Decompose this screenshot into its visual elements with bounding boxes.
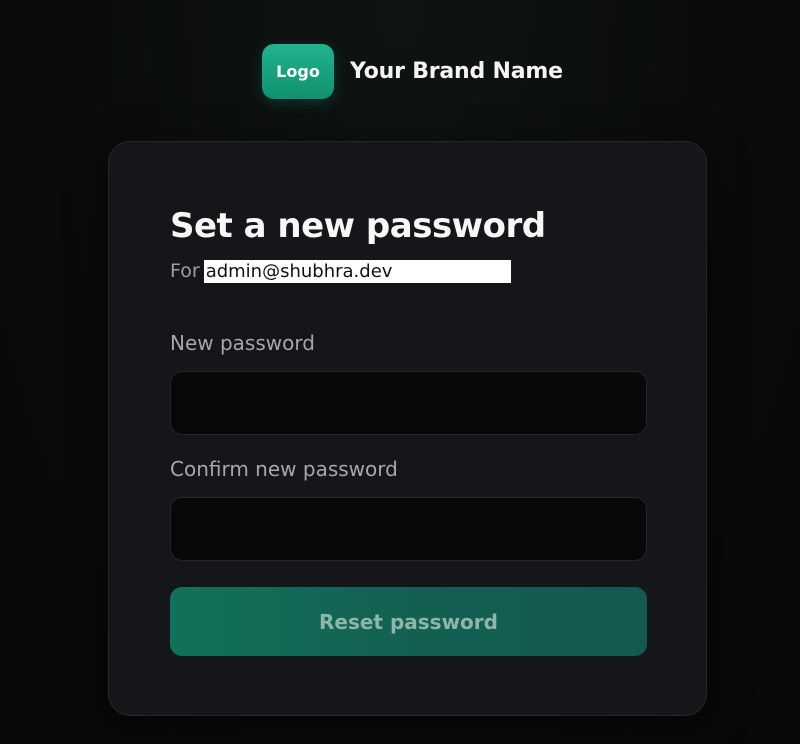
new-password-label: New password bbox=[170, 331, 315, 355]
brand-name: Your Brand Name bbox=[350, 59, 563, 84]
confirm-password-input[interactable] bbox=[170, 497, 647, 561]
reset-password-button[interactable]: Reset password bbox=[170, 587, 647, 656]
brand-logo: Logo bbox=[262, 44, 334, 99]
account-email: admin@shubhra.dev bbox=[203, 259, 511, 283]
reset-password-card: Set a new password For admin@shubhra.dev… bbox=[108, 141, 707, 716]
account-subtitle: For admin@shubhra.dev bbox=[170, 259, 511, 283]
subtitle-prefix: For bbox=[170, 260, 200, 282]
logo-text: Logo bbox=[276, 62, 320, 81]
brand-header: Logo Your Brand Name bbox=[262, 44, 563, 99]
new-password-input[interactable] bbox=[170, 371, 647, 435]
confirm-password-label: Confirm new password bbox=[170, 457, 398, 481]
page-title: Set a new password bbox=[170, 206, 546, 246]
